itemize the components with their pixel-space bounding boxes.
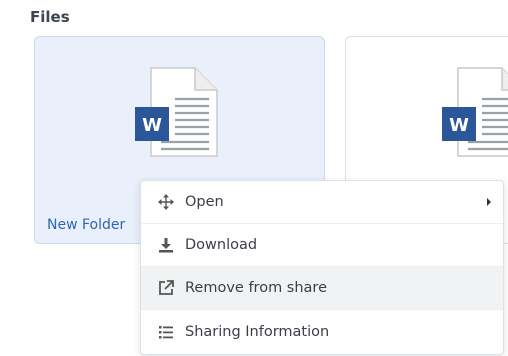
move-arrows-icon <box>157 193 175 211</box>
menu-item-label: Remove from share <box>185 280 327 296</box>
word-document-icon: W <box>442 67 508 157</box>
menu-item-label: Open <box>185 194 224 210</box>
download-icon <box>157 236 175 254</box>
submenu-arrow-icon <box>487 198 491 206</box>
word-document-icon: W <box>135 67 218 157</box>
menu-item-open[interactable]: Open <box>141 181 503 224</box>
files-page: Files W New Folder W Open Download Remov… <box>0 0 508 356</box>
menu-item-label: Sharing Information <box>185 323 330 340</box>
menu-item-download[interactable]: Download <box>141 224 503 267</box>
menu-item-sharing-information[interactable]: Sharing Information <box>141 310 503 353</box>
external-link-icon <box>157 279 175 297</box>
menu-item-label: Download <box>185 237 258 253</box>
word-badge-label: W <box>449 115 469 136</box>
section-title: Files <box>30 8 70 26</box>
file-name[interactable]: New Folder <box>47 217 125 233</box>
context-menu: Open Download Remove from share Sharing … <box>140 180 504 355</box>
list-icon <box>157 323 175 341</box>
menu-item-remove-from-share[interactable]: Remove from share <box>141 267 503 310</box>
word-badge-label: W <box>142 115 162 136</box>
